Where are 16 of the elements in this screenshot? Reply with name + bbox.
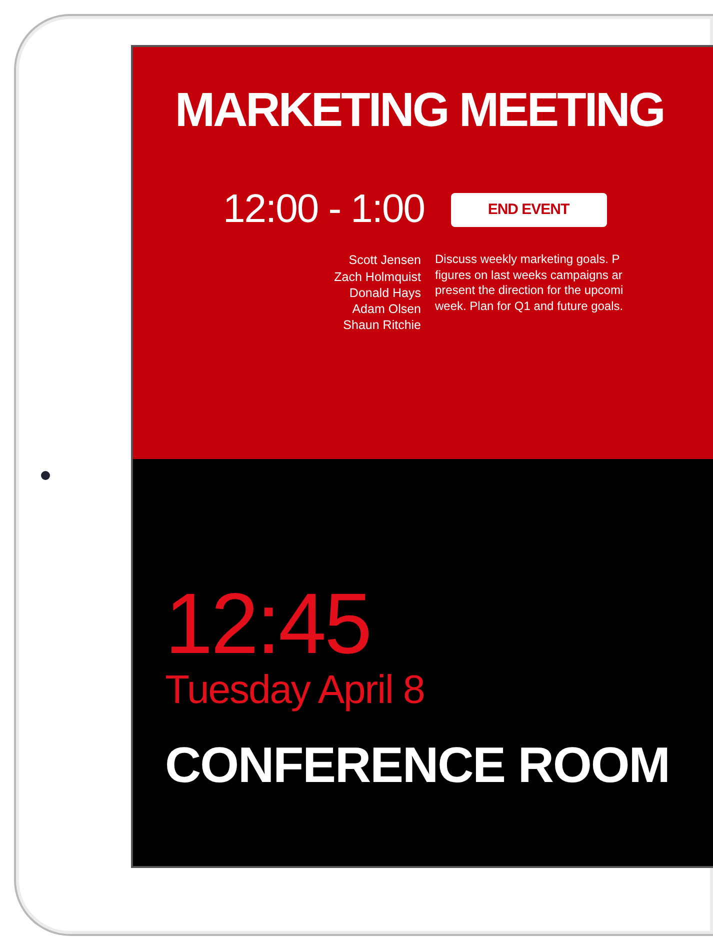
event-time: 12:00 - 1:00	[223, 187, 424, 232]
room-name: CONFERENCE ROOM	[165, 736, 670, 794]
attendee-name: Shaun Ritchie	[342, 317, 421, 334]
event-title: MARKETING MEETING	[175, 84, 664, 138]
attendee-name: Adam Olsen	[351, 301, 421, 318]
date-label: Tuesday April 8	[165, 666, 424, 712]
attendee-name: Donald Hays	[348, 284, 421, 302]
description-line: present the direction for the upcomi	[435, 283, 624, 300]
description-line: figures on last weeks campaigns ar	[435, 268, 624, 284]
description-line: Discuss weekly marketing goals. P	[435, 252, 621, 268]
clock-time: 12:45	[165, 580, 370, 666]
attendee-name: Scott Jensen	[348, 252, 421, 269]
camera-icon	[41, 470, 50, 480]
attendee-name: Zach Holmquist	[333, 268, 421, 285]
description-line: week. Plan for Q1 and future goals.	[435, 299, 624, 315]
end-event-button[interactable]: END EVENT	[450, 192, 606, 227]
